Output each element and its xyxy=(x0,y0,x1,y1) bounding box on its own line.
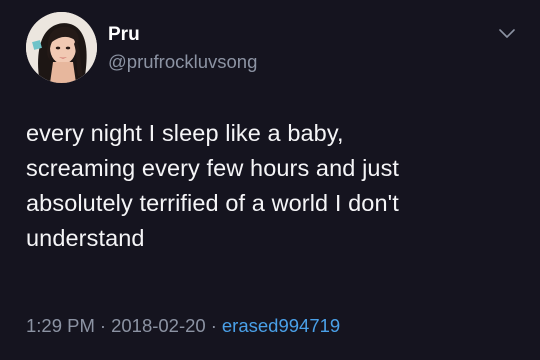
author-handle[interactable]: @prufrockluvsong xyxy=(108,51,257,73)
meta-separator: · xyxy=(210,315,217,336)
author-name[interactable]: Pru xyxy=(108,24,140,46)
tweet-source-link[interactable]: erased994719 xyxy=(222,315,340,336)
tweet-text: every night I sleep like a baby, screami… xyxy=(26,120,400,251)
tweet-meta: 1:29 PM · 2018-02-20 · erased994719 xyxy=(26,314,340,338)
chevron-down-icon[interactable] xyxy=(497,27,517,41)
tweet-time[interactable]: 1:29 PM xyxy=(26,315,95,336)
avatar[interactable] xyxy=(26,12,97,83)
tweet-date[interactable]: 2018-02-20 xyxy=(111,315,206,336)
meta-separator: · xyxy=(99,315,107,336)
tweet-card: Pru @prufrockluvsong every night I sleep… xyxy=(0,0,540,360)
avatar-illustration xyxy=(26,12,97,83)
